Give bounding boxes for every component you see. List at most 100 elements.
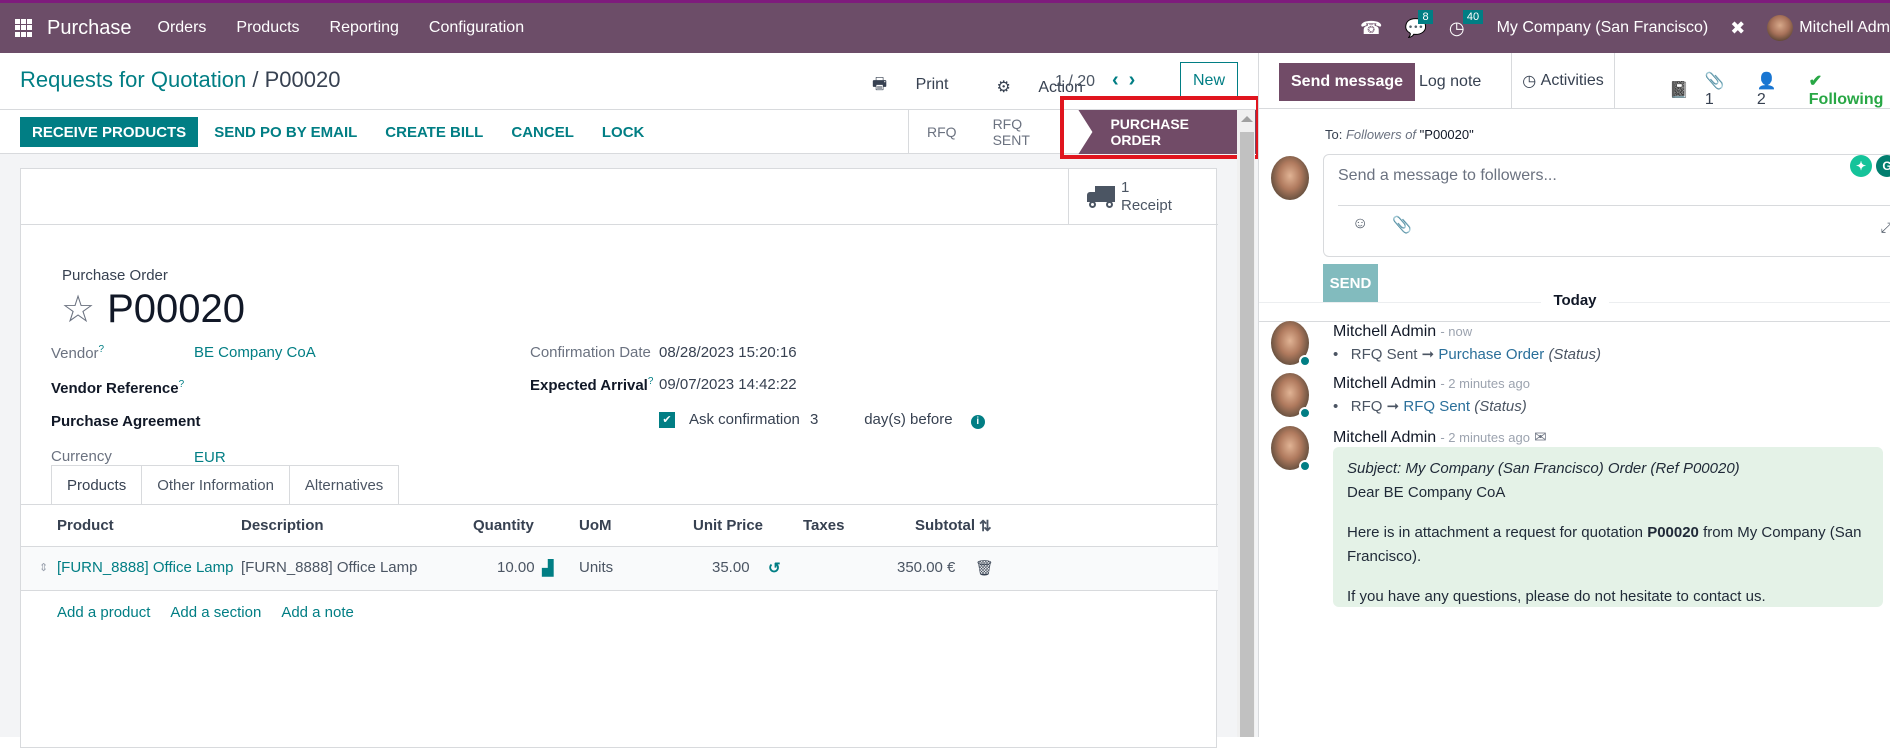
knowledge-book-icon[interactable]: 📓 (1669, 80, 1689, 100)
scroll-up-arrow[interactable] (1241, 116, 1253, 122)
message-input[interactable]: Send a message to followers... (1338, 167, 1557, 185)
message-time: - 2 minutes ago (1440, 376, 1530, 391)
print-icon: 🖶 (872, 76, 888, 93)
forecast-chart-icon[interactable]: ▟ (542, 559, 554, 577)
messages-icon[interactable]: 💬 8 (1404, 9, 1433, 39)
table-row[interactable]: ⇕ [FURN_8888] Office Lamp [FURN_8888] Of… (21, 547, 1218, 591)
menu-orders[interactable]: Orders (158, 19, 207, 37)
check-icon: ✔ (1808, 73, 1823, 90)
app-name[interactable]: Purchase (47, 17, 132, 40)
expected-arrival-field[interactable]: 09/07/2023 14:42:22 (659, 376, 797, 393)
col-taxes[interactable]: Taxes (803, 517, 844, 534)
vendor-reference-input[interactable] (194, 375, 474, 399)
top-navbar: Purchase Orders Products Reporting Confi… (0, 0, 1890, 53)
row-quantity[interactable]: 10.00 (497, 559, 535, 576)
history-icon[interactable]: ↺ (768, 559, 781, 577)
message-avatar[interactable] (1271, 426, 1311, 472)
days-input[interactable]: 3 (810, 411, 860, 428)
pager-value[interactable]: 1 / 20 (1055, 73, 1095, 91)
pager-next-icon[interactable]: › (1129, 69, 1146, 91)
company-switcher[interactable]: My Company (San Francisco) (1497, 19, 1709, 37)
attach-file-icon[interactable]: 📎 (1392, 215, 1412, 235)
message-avatar[interactable] (1271, 321, 1311, 367)
drag-handle-icon[interactable]: ⇕ (39, 561, 48, 574)
expand-composer-icon[interactable]: ⤢ (1881, 219, 1890, 236)
log-note-button[interactable]: Log note (1419, 73, 1481, 91)
receipt-smart-button[interactable]: 1 Receipt (1068, 169, 1218, 224)
email-subject: Subject: My Company (San Francisco) Orde… (1347, 460, 1740, 477)
new-button[interactable]: New (1180, 62, 1238, 100)
grammarly-icon[interactable]: G (1876, 155, 1890, 177)
menu-reporting[interactable]: Reporting (330, 19, 399, 37)
col-quantity[interactable]: Quantity (473, 517, 534, 534)
lock-button[interactable]: LOCK (590, 117, 657, 147)
star-icon[interactable]: ☆ (61, 291, 95, 329)
tab-other-information[interactable]: Other Information (142, 465, 290, 505)
user-name: Mitchell Adm (1799, 19, 1890, 36)
phone-icon[interactable]: ☎ (1360, 18, 1382, 39)
add-product-link[interactable]: Add a product (57, 604, 150, 621)
user-menu[interactable]: Mitchell Adm (1767, 15, 1890, 41)
vendor-field[interactable]: BE Company CoA (194, 344, 316, 361)
confirmation-date-field[interactable]: 08/28/2023 15:20:16 (659, 344, 797, 361)
create-bill-button[interactable]: CREATE BILL (373, 117, 495, 147)
bulb-icon[interactable]: ✦ (1850, 155, 1872, 177)
tab-products[interactable]: Products (51, 465, 143, 505)
add-section-link[interactable]: Add a section (170, 604, 261, 621)
apps-menu-icon[interactable] (15, 19, 33, 37)
ask-confirmation-checkbox[interactable]: ✔ (659, 412, 675, 429)
email-message-body: Subject: My Company (San Francisco) Orde… (1333, 447, 1883, 607)
col-unit-price[interactable]: Unit Price (693, 517, 763, 534)
receive-products-button[interactable]: RECEIVE PRODUCTS (20, 117, 199, 147)
col-uom[interactable]: UoM (579, 517, 612, 534)
row-description[interactable]: [FURN_8888] Office Lamp (241, 559, 417, 576)
emoji-icon[interactable]: ☺ (1352, 215, 1368, 235)
attachments-button[interactable]: 📎1 (1705, 71, 1741, 109)
send-message-button[interactable]: Send message (1279, 63, 1416, 101)
grammarly-widget[interactable]: ✦ G (1846, 155, 1890, 177)
menu-configuration[interactable]: Configuration (429, 19, 524, 37)
message-author[interactable]: Mitchell Admin (1333, 323, 1436, 340)
message-avatar[interactable] (1271, 373, 1311, 419)
tab-alternatives[interactable]: Alternatives (289, 465, 400, 505)
gear-icon: ⚙ (996, 78, 1011, 96)
arrow-right-icon: ➞ (1421, 346, 1435, 363)
col-subtotal[interactable]: Subtotal (915, 517, 975, 534)
email-closing: If you have any questions, please do not… (1347, 588, 1766, 605)
pager-previous-icon[interactable]: ‹ (1112, 69, 1129, 91)
menu-products[interactable]: Products (236, 19, 299, 37)
followers-button[interactable]: 👤2 (1757, 71, 1793, 109)
currency-field[interactable]: EUR (194, 449, 226, 466)
optional-columns-icon[interactable]: ⇅ (979, 517, 992, 535)
activities-clock-icon[interactable]: ◷ 40 (1449, 9, 1484, 39)
purchase-agreement-input[interactable] (194, 409, 474, 433)
ask-confirmation-row: ✔ Ask confirmation 3 day(s) before i (659, 411, 985, 429)
stage-rfq[interactable]: RFQ (909, 110, 975, 154)
annotation-highlight-box (1060, 96, 1260, 159)
tracking-value: • RFQ Sent ➞ Purchase Order (Status) (1333, 346, 1601, 363)
form-scrollbar[interactable] (1237, 110, 1255, 737)
delete-row-icon[interactable]: 🗑 (975, 559, 994, 577)
following-button[interactable]: ✔ Following (1809, 71, 1890, 109)
row-product[interactable]: [FURN_8888] Office Lamp (57, 559, 233, 576)
envelope-icon[interactable]: ✉ (1534, 429, 1547, 446)
form-sheet: 1 Receipt Purchase Order ☆ P00020 Vendor?… (20, 168, 1218, 748)
recipients-line: To: Followers of "P00020" (1325, 127, 1474, 142)
row-uom[interactable]: Units (579, 559, 613, 576)
info-icon[interactable]: i (970, 415, 985, 429)
add-note-link[interactable]: Add a note (281, 604, 354, 621)
scrollbar-thumb[interactable] (1240, 132, 1254, 737)
send-po-by-email-button[interactable]: SEND PO BY EMAIL (202, 117, 369, 147)
message-author[interactable]: Mitchell Admin (1333, 375, 1436, 392)
activities-button[interactable]: ◷ Activities (1511, 53, 1615, 109)
chatter-panel: Send message Log note ◷ Activities 📓 📎1 … (1258, 53, 1890, 737)
col-description[interactable]: Description (241, 517, 324, 534)
breadcrumb-parent[interactable]: Requests for Quotation (20, 67, 246, 92)
cancel-button[interactable]: CANCEL (499, 117, 586, 147)
print-button[interactable]: 🖶 Print (872, 73, 972, 100)
col-product[interactable]: Product (57, 517, 114, 534)
message-author[interactable]: Mitchell Admin (1333, 429, 1436, 446)
purchase-agreement-label: Purchase Agreement (51, 413, 201, 430)
row-unit-price[interactable]: 35.00 (712, 559, 750, 576)
debug-tools-icon[interactable]: ✖ (1730, 18, 1745, 39)
